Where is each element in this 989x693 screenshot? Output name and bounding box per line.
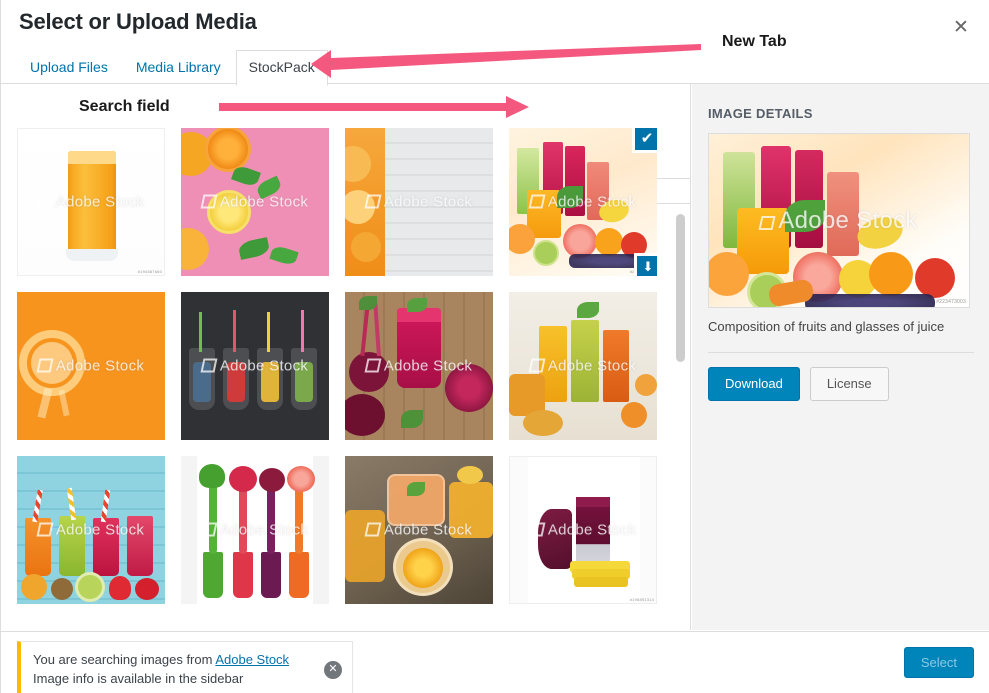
notice-line-2: Image info is available in the sidebar (33, 671, 244, 686)
grid-item[interactable]: Adobe Stock #194587660 (17, 128, 165, 276)
download-icon[interactable]: ⬇ (634, 253, 657, 276)
page-title: Select or Upload Media (19, 9, 257, 34)
thumbnail-image (181, 456, 329, 604)
scrollbar-thumb[interactable] (676, 214, 685, 362)
attribution-text: #194587660 (137, 269, 162, 274)
close-icon[interactable]: ✕ (944, 10, 978, 44)
check-icon[interactable]: ✔ (632, 128, 657, 153)
grid-item[interactable]: Adobe Stock (17, 292, 165, 440)
sidebar-actions: Download License (708, 367, 974, 401)
thumbnail-image (509, 456, 657, 604)
thumbnail-image (345, 128, 493, 276)
tab-upload-files[interactable]: Upload Files (17, 50, 121, 85)
search-source-notice: You are searching images from Adobe Stoc… (17, 641, 353, 693)
grid-scrollbar[interactable] (676, 214, 685, 630)
image-grid: Adobe Stock #194587660 Adobe Stock Adobe… (17, 128, 677, 604)
tab-stockpack[interactable]: StockPack (235, 50, 328, 86)
thumbnail-image (345, 292, 493, 440)
grid-item[interactable]: Adobe Stock (181, 128, 329, 276)
divider (708, 352, 974, 353)
image-grid-scroll[interactable]: Adobe Stock #194587660 Adobe Stock Adobe… (1, 128, 690, 630)
thumbnail-image (17, 292, 165, 440)
thumbnail-image (181, 292, 329, 440)
tab-media-library[interactable]: Media Library (123, 50, 234, 85)
modal-footer: You are searching images from Adobe Stoc… (1, 631, 989, 693)
download-button[interactable]: Download (708, 367, 800, 401)
grid-item[interactable]: Adobe Stock (345, 292, 493, 440)
grid-item[interactable]: Adobe Stock (345, 128, 493, 276)
grid-item[interactable]: Adobe Stock (181, 456, 329, 604)
preview-image: Adobe Stock #223473003 (708, 133, 970, 308)
thumbnail-image (17, 128, 165, 276)
adobe-stock-link[interactable]: Adobe Stock (215, 652, 289, 667)
tab-bar: Upload Files Media Library StockPack (17, 50, 330, 86)
image-details-sidebar: IMAGE DETAILS Adobe Stock #223473003 Com… (692, 84, 989, 630)
grid-item[interactable]: Adobe Stock (181, 292, 329, 440)
notice-text-prefix: You are searching images from (33, 652, 216, 667)
select-button[interactable]: Select (903, 647, 974, 678)
thumbnail-image (181, 128, 329, 276)
modal-header: Select or Upload Media ✕ Upload Files Me… (1, 0, 989, 86)
attribution-text: #198891314 (629, 597, 654, 602)
stockpack-content: Adobe Stock #194587660 Adobe Stock (1, 84, 691, 630)
grid-item[interactable]: Adobe Stock (345, 456, 493, 604)
annotation-label-search-field: Search field (79, 98, 170, 115)
grid-item[interactable]: Adobe Stock (509, 292, 657, 440)
thumbnail-image (345, 456, 493, 604)
grid-item[interactable]: Adobe Stock (17, 456, 165, 604)
grid-item[interactable]: Adobe Stock #198891314 (509, 456, 657, 604)
attribution-text: #223473003 (936, 299, 966, 305)
grid-item-selected[interactable]: Adobe Stock #223473003 ✔ ⬇ (509, 128, 657, 276)
license-button[interactable]: License (809, 367, 889, 401)
dismiss-circle-icon[interactable]: ✕ (324, 660, 342, 679)
annotation-label-new-tab: New Tab (722, 33, 787, 50)
thumbnail-image (509, 292, 657, 440)
sidebar-heading: IMAGE DETAILS (708, 106, 813, 121)
notice-line-1: You are searching images from Adobe Stoc… (33, 650, 340, 669)
thumbnail-image (17, 456, 165, 604)
preview-caption: Composition of fruits and glasses of jui… (708, 319, 945, 334)
media-modal: Select or Upload Media ✕ Upload Files Me… (0, 0, 989, 693)
